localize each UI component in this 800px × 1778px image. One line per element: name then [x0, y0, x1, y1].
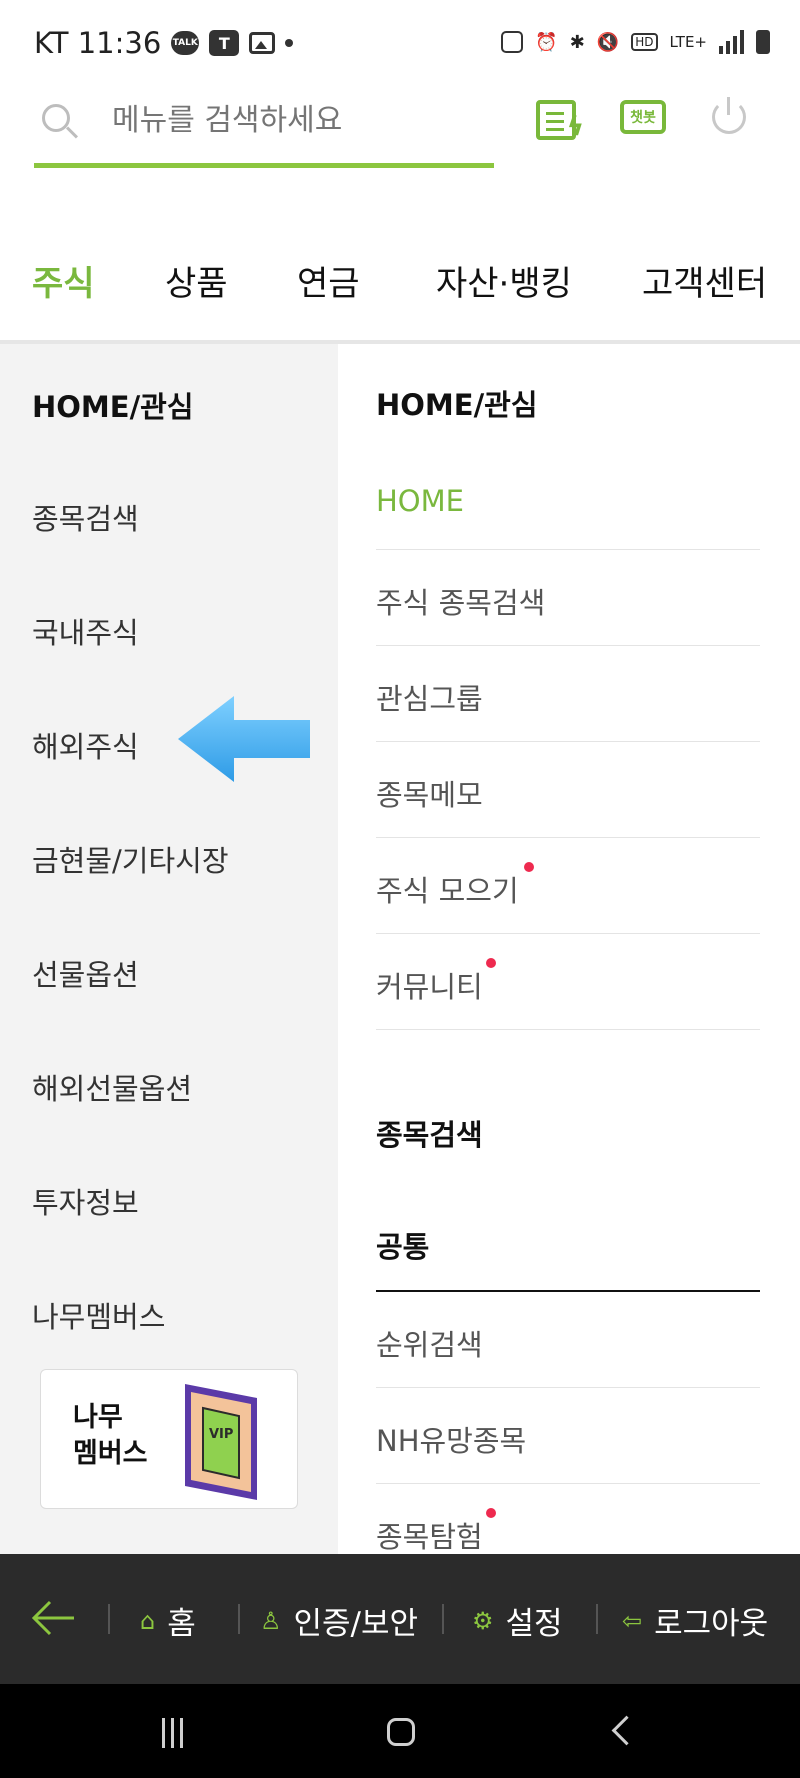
more-notifications-icon	[285, 39, 294, 47]
menu-item-label: 주식 모으기	[376, 874, 519, 908]
tab-pension[interactable]: 연금	[297, 256, 360, 305]
auth-security-label: 인증/보안	[293, 1606, 419, 1642]
tab-customer-center[interactable]: 고객센터	[642, 256, 767, 305]
divider	[108, 1604, 110, 1634]
vip-card-icon: VIP	[185, 1384, 257, 1500]
sidebar-item-domestic-stock[interactable]: 국내주식	[32, 610, 139, 652]
menu-item-stock-memo[interactable]: 종목메모	[376, 742, 760, 838]
divider	[596, 1604, 598, 1634]
quick-order-icon[interactable]: ϟ	[536, 100, 584, 142]
carrier-time: KT 11:36	[34, 26, 162, 60]
menu-item-label: 순위검색	[376, 1328, 483, 1362]
back-nav-icon[interactable]	[611, 1715, 642, 1746]
gallery-icon	[249, 32, 276, 54]
divider	[238, 1604, 240, 1634]
logout-label: 로그아웃	[654, 1606, 769, 1642]
new-badge-dot	[486, 958, 496, 968]
sidebar-item-stock-search[interactable]: 종목검색	[32, 496, 139, 538]
search-bar[interactable]	[34, 90, 494, 168]
home-icon: ⌂	[140, 1606, 156, 1635]
namu-members-banner[interactable]: 나무 멤버스 VIP	[40, 1369, 298, 1509]
menu-item-ranking-search[interactable]: 순위검색	[376, 1292, 760, 1388]
menu-item-label: 관심그룹	[376, 682, 483, 716]
divider	[442, 1604, 444, 1634]
subsection-title-common: 공통	[376, 1224, 760, 1292]
menu-item-watch-group[interactable]: 관심그룹	[376, 646, 760, 742]
recent-apps-icon[interactable]	[162, 1718, 192, 1748]
auth-security-button[interactable]: ♙ 인증/보안	[260, 1598, 418, 1643]
vpn-icon	[501, 31, 524, 53]
banner-text: 나무 멤버스	[73, 1402, 148, 1469]
power-icon[interactable]	[712, 97, 746, 134]
section-title-stock-search: 종목검색	[376, 1118, 483, 1152]
hd-icon: HD	[631, 33, 658, 51]
bluetooth-icon: ✱	[569, 31, 585, 53]
menu-item-label: 종목메모	[376, 778, 483, 812]
settings-button[interactable]: ⚙ 설정	[472, 1598, 563, 1643]
menu-item-label: 커뮤니티	[376, 970, 483, 1004]
gear-icon: ⚙	[472, 1606, 494, 1635]
system-navigation-bar	[0, 1684, 800, 1778]
person-icon: ♙	[260, 1606, 282, 1635]
search-input[interactable]	[110, 102, 484, 139]
back-arrow-icon[interactable]	[30, 1598, 76, 1638]
sidebar-item-overseas-futures-options[interactable]: 해외선물옵션	[32, 1066, 192, 1108]
settings-label: 설정	[505, 1606, 563, 1642]
logout-button[interactable]: ⇦ 로그아웃	[622, 1598, 768, 1643]
menu-item-label: 종목탐험	[376, 1520, 483, 1554]
top-category-tabs: 주식 상품 연금 자산·뱅킹 고객센터	[0, 250, 800, 340]
menu-item-stock-explore[interactable]: 종목탐험	[376, 1484, 760, 1554]
pointer-arrow-icon	[178, 696, 310, 782]
chatbot-button[interactable]: 챗봇	[620, 100, 666, 134]
new-badge-dot	[524, 862, 534, 872]
logout-icon: ⇦	[622, 1606, 643, 1635]
sidebar-item-futures-options[interactable]: 선물옵션	[32, 952, 139, 994]
panel-title: HOME/관심	[376, 388, 538, 422]
menu-item-label: HOME	[376, 484, 464, 518]
menu-item-home[interactable]: HOME	[376, 454, 760, 550]
menu-item-community[interactable]: 커뮤니티	[376, 934, 760, 1030]
menu-item-nh-promising[interactable]: NH유망종목	[376, 1388, 760, 1484]
sidebar-item-overseas-stock[interactable]: 해외주식	[32, 724, 139, 766]
sidebar-item-investment-info[interactable]: 투자정보	[32, 1180, 139, 1222]
vip-card-label: VIP	[209, 1427, 233, 1442]
lte-icon: LTE+	[669, 33, 708, 51]
alarm-icon: ⏰	[535, 31, 558, 53]
tab-products[interactable]: 상품	[165, 256, 228, 305]
tab-stock[interactable]: 주식	[32, 256, 95, 305]
battery-icon	[756, 30, 770, 54]
tab-assets-banking[interactable]: 자산·뱅킹	[436, 256, 572, 305]
teams-icon: T	[209, 30, 240, 56]
sidebar-item-home-watchlist[interactable]: HOME/관심	[32, 384, 194, 426]
new-badge-dot	[486, 1508, 496, 1518]
search-underline	[34, 163, 494, 168]
sidebar-item-namu-members[interactable]: 나무멤버스	[32, 1294, 165, 1336]
menu-item-label: NH유망종목	[376, 1424, 527, 1458]
home-label: 홈	[167, 1606, 196, 1642]
signal-icon	[719, 30, 744, 54]
search-icon[interactable]	[42, 104, 70, 132]
menu-item-stock-search[interactable]: 주식 종목검색	[376, 550, 760, 646]
subsection-title-label: 공통	[376, 1230, 430, 1264]
menu-item-stock-collect[interactable]: 주식 모으기	[376, 838, 760, 934]
bottom-action-bar: ⌂ 홈 ♙ 인증/보안 ⚙ 설정 ⇦ 로그아웃	[0, 1554, 800, 1684]
sidebar-item-gold-other-market[interactable]: 금현물/기타시장	[32, 838, 229, 880]
home-nav-icon[interactable]	[387, 1718, 415, 1746]
status-bar: KT 11:36 TALK T ⏰ ✱ 🔇 HD LTE+	[0, 0, 800, 90]
kakaotalk-icon: TALK	[171, 31, 200, 55]
mute-icon: 🔇	[596, 31, 620, 53]
home-button[interactable]: ⌂ 홈	[140, 1598, 196, 1643]
menu-item-label: 주식 종목검색	[376, 586, 546, 620]
